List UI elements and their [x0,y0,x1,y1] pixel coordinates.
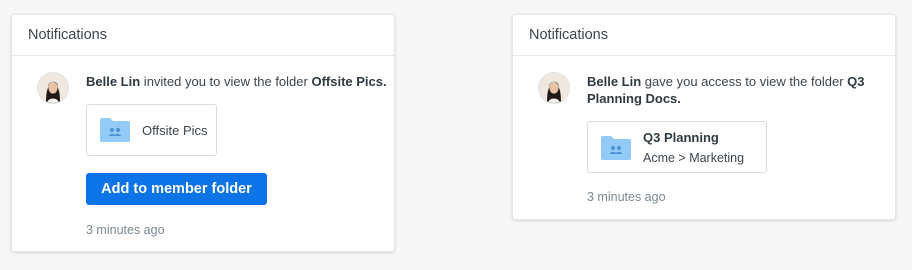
shared-folder-card[interactable]: Q3 Planning Acme > Marketing [587,121,767,173]
actor-name[interactable]: Belle Lin [86,74,140,89]
folder-name: Offsite Pics [142,123,208,138]
folder-name: Q3 Planning [643,130,719,145]
notifications-header: Notifications [12,15,394,56]
shared-folder-icon [600,135,632,166]
folder-path: Acme > Marketing [643,151,745,165]
folder-name-link[interactable]: Offsite Pics. [311,74,386,89]
shared-folder-icon [99,117,131,148]
timestamp: 3 minutes ago [86,223,165,237]
avatar-portrait-icon [539,73,569,103]
avatar-portrait-icon [38,73,68,103]
notification-card-right: Notifications Belle Lin gave you access … [512,14,896,220]
actor-name[interactable]: Belle Lin [587,74,641,89]
notification-message: Belle Lin invited you to view the folder… [86,73,387,90]
avatar[interactable] [37,72,69,104]
message-action-text: invited you to view the folder [140,74,312,89]
notifications-header: Notifications [513,15,895,56]
notification-card-left: Notifications Belle Lin invited you to v… [11,14,395,252]
timestamp: 3 minutes ago [587,190,666,204]
notification-message: Belle Lin gave you access to view the fo… [587,73,864,107]
add-to-member-folder-button[interactable]: Add to member folder [86,173,267,205]
shared-folder-card[interactable]: Offsite Pics [86,104,217,156]
folder-name-link[interactable]: Q3 [847,74,864,89]
avatar[interactable] [538,72,570,104]
notifications-title: Notifications [529,27,608,43]
message-action-text: gave you access to view the folder [641,74,848,89]
folder-name-link-continued[interactable]: Planning Docs. [587,91,681,106]
notifications-title: Notifications [28,27,107,43]
